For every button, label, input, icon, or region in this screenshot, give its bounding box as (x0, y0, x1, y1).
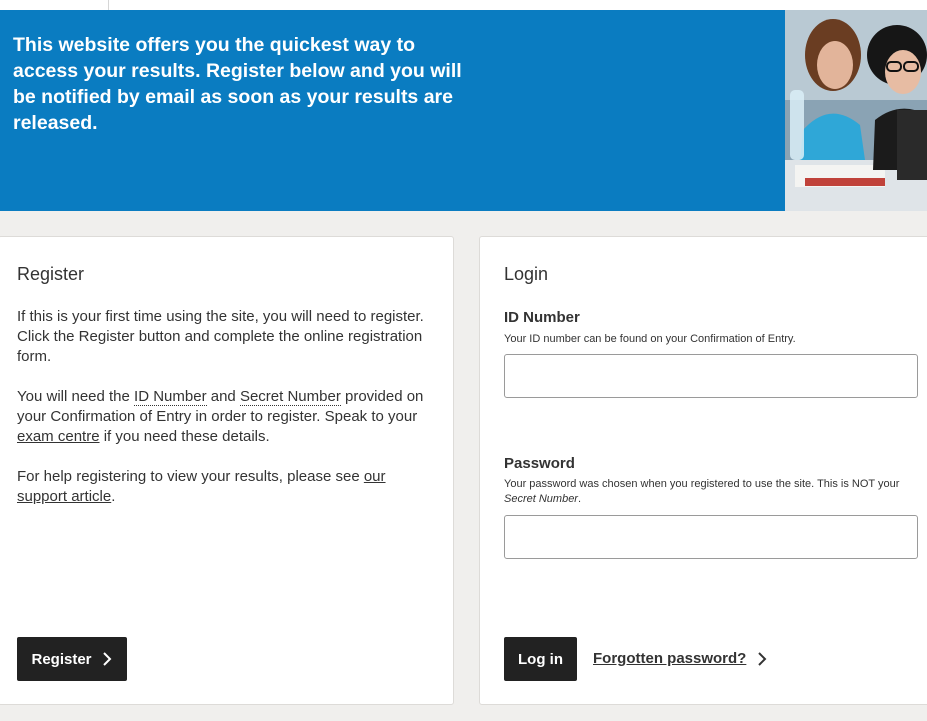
login-title: Login (504, 264, 549, 284)
students-photo (785, 10, 927, 211)
id-number-input[interactable] (504, 354, 918, 398)
secret-number-term[interactable]: Secret Number (239, 388, 341, 406)
password-help: Your password was chosen when you regist… (504, 477, 909, 507)
hero-banner: This website offers you the quickest way… (0, 10, 927, 211)
id-number-label: ID Number (504, 309, 580, 326)
register-req-text-2: and (206, 388, 240, 405)
chevron-right-icon (758, 651, 767, 666)
top-strip (0, 0, 927, 10)
password-help-text: Your password was chosen when you regist… (504, 478, 900, 490)
password-input[interactable] (504, 515, 918, 559)
register-requirements: You will need the ID Number and Secret N… (17, 387, 437, 447)
register-button[interactable]: Register (17, 637, 127, 681)
register-help-end: . (111, 488, 116, 505)
register-intro: If this is your first time using the sit… (17, 308, 424, 365)
register-help: For help registering to view your result… (17, 467, 437, 507)
id-number-help: Your ID number can be found on your Conf… (504, 333, 796, 345)
login-button[interactable]: Log in (504, 637, 577, 681)
forgot-password-label: Forgotten password? (593, 650, 747, 667)
login-card: Login ID Number Your ID number can be fo… (479, 236, 927, 705)
id-number-term[interactable]: ID Number (134, 388, 207, 406)
forgot-password-link[interactable]: Forgotten password? (593, 650, 768, 667)
register-title: Register (17, 264, 85, 284)
register-help-text: For help registering to view your result… (17, 468, 364, 485)
password-help-em: Secret Number (504, 493, 578, 505)
register-card: Register If this is your first time usin… (0, 236, 454, 705)
banner-text: This website offers you the quickest way… (13, 34, 462, 134)
register-req-text-1: You will need the (17, 388, 135, 405)
banner-photo (785, 10, 927, 211)
register-body: If this is your first time using the sit… (17, 307, 437, 527)
top-divider (108, 0, 109, 10)
register-req-text-4: if you need these details. (99, 428, 270, 445)
register-button-label: Register (31, 650, 92, 668)
chevron-right-icon (102, 652, 111, 666)
password-label: Password (504, 455, 575, 472)
exam-centre-link[interactable]: exam centre (17, 428, 100, 445)
password-help-end: . (577, 493, 582, 505)
